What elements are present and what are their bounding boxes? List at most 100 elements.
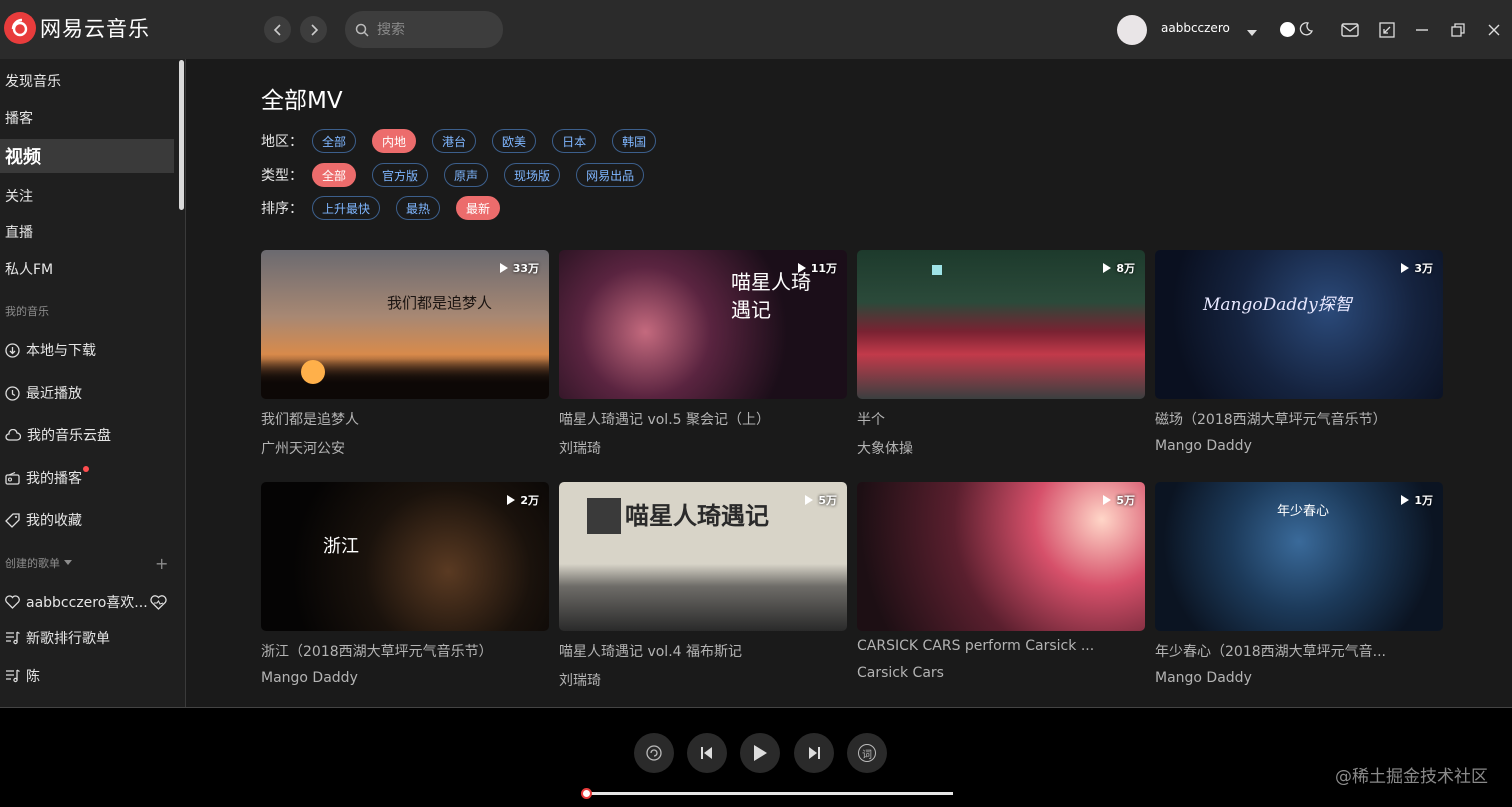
video-card[interactable]: 我们都是追梦人 33万 我们都是追梦人 广州天河公安 bbox=[261, 250, 549, 457]
sidebar-item-fm[interactable]: 私人FM bbox=[0, 259, 174, 279]
video-title[interactable]: 我们都是追梦人 bbox=[261, 409, 549, 429]
back-button[interactable] bbox=[264, 16, 291, 43]
mini-mode-button[interactable] bbox=[1377, 20, 1397, 40]
video-thumbnail[interactable]: 浙江 2万 bbox=[261, 482, 549, 631]
video-card[interactable]: 喵星人琦遇记 5万 喵星人琦遇记 vol.4 福布斯记 刘瑞琦 bbox=[559, 482, 847, 689]
filter-option[interactable]: 港台 bbox=[432, 129, 477, 153]
filter-option[interactable]: 韩国 bbox=[612, 129, 657, 153]
video-thumbnail[interactable]: 年少春心 1万 bbox=[1155, 482, 1443, 631]
minimize-button[interactable] bbox=[1412, 20, 1432, 40]
video-artist[interactable]: 大象体操 bbox=[857, 438, 913, 458]
maximize-button[interactable] bbox=[1448, 20, 1468, 40]
filter-option[interactable]: 官方版 bbox=[372, 163, 429, 187]
add-playlist-icon[interactable]: + bbox=[155, 554, 168, 573]
user-dropdown-button[interactable] bbox=[1247, 22, 1257, 41]
video-title[interactable]: 磁场（2018西湖大草坪元气音乐节） bbox=[1155, 409, 1443, 429]
video-artist[interactable]: 刘瑞琦 bbox=[559, 438, 601, 458]
sidebar-item-video[interactable]: 视频 bbox=[0, 139, 174, 173]
video-artist[interactable]: Mango Daddy bbox=[1155, 438, 1252, 454]
close-button[interactable] bbox=[1484, 20, 1504, 40]
play-button[interactable] bbox=[740, 733, 780, 773]
mail-icon bbox=[1341, 23, 1359, 37]
theme-toggle[interactable] bbox=[1280, 20, 1318, 38]
video-title[interactable]: 半个 bbox=[857, 409, 1145, 429]
video-card[interactable]: 5万 CARSICK CARS perform Carsick ... Cars… bbox=[857, 482, 1145, 681]
fm-mode-button[interactable] bbox=[634, 733, 674, 773]
progress-track[interactable] bbox=[586, 792, 953, 795]
playlist-liked[interactable]: aabbcczero喜欢... bbox=[0, 592, 174, 612]
sidebar-item-podcast[interactable]: 播客 bbox=[0, 108, 174, 128]
section-created-playlists[interactable]: 创建的歌单 + bbox=[5, 554, 175, 573]
video-thumbnail[interactable]: 喵星人琦遇记 11万 bbox=[559, 250, 847, 399]
caret-down-icon bbox=[1247, 30, 1257, 36]
video-title[interactable]: 喵星人琦遇记 vol.4 福布斯记 bbox=[559, 641, 847, 661]
radio-icon bbox=[5, 471, 20, 485]
sidebar-item-label: 播客 bbox=[5, 111, 33, 127]
next-button[interactable] bbox=[794, 733, 834, 773]
filter-option-selected[interactable]: 最新 bbox=[456, 196, 501, 220]
sidebar-item-cloud[interactable]: 我的音乐云盘 bbox=[0, 425, 174, 445]
play-icon bbox=[754, 745, 767, 761]
search-input[interactable] bbox=[377, 21, 487, 38]
video-card[interactable]: 喵星人琦遇记 11万 喵星人琦遇记 vol.5 聚会记（上） 刘瑞琦 bbox=[559, 250, 847, 457]
app-logo[interactable]: 网易云音乐 bbox=[4, 12, 150, 44]
video-artist[interactable]: Carsick Cars bbox=[857, 665, 944, 681]
sidebar-item-label: 陈 bbox=[26, 669, 40, 685]
sidebar-item-label: 我的音乐云盘 bbox=[27, 428, 111, 444]
video-artist[interactable]: 刘瑞琦 bbox=[559, 670, 601, 690]
video-title[interactable]: 浙江（2018西湖大草坪元气音乐节） bbox=[261, 641, 549, 661]
video-thumbnail[interactable]: 我们都是追梦人 33万 bbox=[261, 250, 549, 399]
filter-option[interactable]: 原声 bbox=[444, 163, 489, 187]
filter-option[interactable]: 最热 bbox=[396, 196, 441, 220]
search-box[interactable] bbox=[345, 11, 503, 48]
video-artist[interactable]: Mango Daddy bbox=[261, 670, 358, 686]
sidebar-item-my-podcast[interactable]: 我的播客 bbox=[0, 466, 174, 488]
mail-button[interactable] bbox=[1340, 20, 1360, 40]
video-title[interactable]: CARSICK CARS perform Carsick ... bbox=[857, 638, 1145, 654]
sidebar-item-label: 新歌排行歌单 bbox=[26, 631, 110, 647]
filter-option[interactable]: 欧美 bbox=[492, 129, 537, 153]
sidebar-item-discover[interactable]: 发现音乐 bbox=[0, 71, 174, 91]
filter-option[interactable]: 现场版 bbox=[504, 163, 561, 187]
playlist-chen[interactable]: 陈 bbox=[0, 666, 174, 686]
video-thumbnail[interactable]: 5万 bbox=[857, 482, 1145, 631]
video-title[interactable]: 喵星人琦遇记 vol.5 聚会记（上） bbox=[559, 409, 847, 429]
video-card[interactable]: MangoDaddy探智 3万 磁场（2018西湖大草坪元气音乐节） Mango… bbox=[1155, 250, 1443, 454]
playlist-icon bbox=[6, 631, 20, 645]
progress-knob[interactable] bbox=[581, 788, 592, 799]
thumbnail-overlay-text: 年少春心 bbox=[1277, 504, 1330, 519]
forward-button[interactable] bbox=[300, 16, 327, 43]
video-card[interactable]: 8万 半个 大象体操 bbox=[857, 250, 1145, 457]
play-count-value: 3万 bbox=[1414, 262, 1433, 275]
filter-option[interactable]: 全部 bbox=[312, 129, 357, 153]
sidebar-item-recent[interactable]: 最近播放 bbox=[0, 383, 174, 403]
filter-option-selected[interactable]: 内地 bbox=[372, 129, 417, 153]
video-card[interactable]: 年少春心 1万 年少春心（2018西湖大草坪元气音... Mango Daddy bbox=[1155, 482, 1443, 686]
avatar[interactable] bbox=[1117, 15, 1147, 45]
filter-option[interactable]: 上升最快 bbox=[312, 196, 381, 220]
video-thumbnail[interactable]: 8万 bbox=[857, 250, 1145, 399]
sidebar: 发现音乐 播客 视频 关注 直播 私人FM 我的音乐 本地与下载 最近播放 我的… bbox=[0, 59, 186, 707]
video-thumbnail[interactable]: 喵星人琦遇记 5万 bbox=[559, 482, 847, 631]
video-thumbnail[interactable]: MangoDaddy探智 3万 bbox=[1155, 250, 1443, 399]
video-card[interactable]: 浙江 2万 浙江（2018西湖大草坪元气音乐节） Mango Daddy bbox=[261, 482, 549, 686]
lyrics-button[interactable]: 词 bbox=[847, 733, 887, 773]
previous-button[interactable] bbox=[687, 733, 727, 773]
sidebar-scrollbar[interactable] bbox=[179, 60, 184, 210]
filter-option-selected[interactable]: 全部 bbox=[312, 163, 357, 187]
sidebar-item-live[interactable]: 直播 bbox=[0, 222, 174, 242]
sidebar-item-collection[interactable]: 我的收藏 bbox=[0, 510, 174, 530]
sidebar-item-local-download[interactable]: 本地与下载 bbox=[0, 340, 174, 360]
username[interactable]: aabbcczero bbox=[1161, 21, 1230, 35]
video-artist[interactable]: 广州天河公安 bbox=[261, 438, 345, 458]
video-title[interactable]: 年少春心（2018西湖大草坪元气音... bbox=[1155, 641, 1443, 661]
playlist-new-songs[interactable]: 新歌排行歌单 bbox=[0, 628, 174, 648]
sidebar-item-label-text: 我的播客 bbox=[26, 471, 82, 487]
filter-option[interactable]: 网易出品 bbox=[576, 163, 645, 187]
minimize-icon bbox=[1416, 29, 1428, 31]
filter-option[interactable]: 日本 bbox=[552, 129, 597, 153]
sidebar-item-follow[interactable]: 关注 bbox=[0, 186, 174, 206]
sidebar-item-label: 直播 bbox=[5, 225, 33, 241]
sidebar-item-label: aabbcczero喜欢... bbox=[26, 595, 148, 611]
video-artist[interactable]: Mango Daddy bbox=[1155, 670, 1252, 686]
